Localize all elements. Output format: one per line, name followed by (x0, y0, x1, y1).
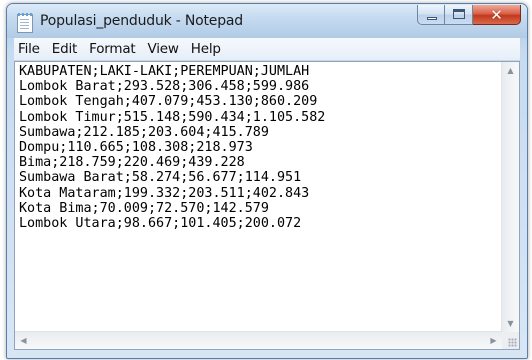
text-line: KABUPATEN;LAKI-LAKI;PEREMPUAN;JUMLAH (19, 64, 310, 79)
text-line: Sumbawa Barat;58.274;56.677;114.951 (19, 170, 302, 186)
resize-corner[interactable] (502, 332, 519, 349)
close-icon: ✕ (490, 6, 503, 24)
menu-bar: File Edit Format View Help (14, 38, 520, 61)
text-line: Lombok Utara;98.667;101.405;200.072 (19, 216, 302, 232)
scroll-right-icon[interactable]: ▶ (485, 332, 502, 349)
text-content[interactable]: KABUPATEN;LAKI-LAKI;PEREMPUAN;JUMLAH Lom… (15, 62, 502, 332)
text-line: Kota Bima;70.009;72.570;142.579 (19, 200, 269, 216)
text-line: Kota Mataram;199.332;203.511;402.843 (19, 185, 310, 201)
window-controls: ✕ (417, 5, 521, 27)
text-line: Lombok Tengah;407.079;453.130;860.209 (19, 94, 318, 110)
menu-file[interactable]: File (14, 39, 46, 59)
text-line: Lombok Barat;293.528;306.458;599.986 (19, 79, 310, 95)
minimize-icon (427, 17, 437, 20)
menu-view[interactable]: View (142, 39, 185, 59)
window-title: Populasi_penduduk - Notepad (40, 13, 243, 29)
text-line: Bima;218.759;220.469;439.228 (19, 155, 245, 171)
vertical-scrollbar[interactable]: ▲ ▼ (501, 62, 519, 332)
text-line: Dompu;110.665;108.308;218.973 (19, 140, 253, 156)
minimize-button[interactable] (417, 5, 445, 25)
text-editor[interactable]: KABUPATEN;LAKI-LAKI;PEREMPUAN;JUMLAH Lom… (14, 61, 520, 350)
text-line: Sumbawa;212.185;203.604;415.789 (19, 124, 269, 140)
maximize-button[interactable] (445, 5, 473, 25)
notepad-app-icon (17, 13, 33, 33)
scroll-left-icon[interactable]: ◀ (15, 332, 32, 349)
title-bar[interactable]: Populasi_penduduk - Notepad ✕ (7, 4, 527, 38)
menu-help[interactable]: Help (185, 39, 227, 59)
scroll-up-icon[interactable]: ▲ (502, 62, 519, 79)
horizontal-scrollbar[interactable]: ◀ ▶ (15, 331, 502, 349)
resize-grip-icon (508, 338, 517, 347)
close-button[interactable]: ✕ (473, 5, 521, 25)
notepad-window: Populasi_penduduk - Notepad ✕ File Edit … (6, 3, 528, 359)
text-line: Lombok Timur;515.148;590.434;1.105.582 (19, 109, 326, 125)
maximize-icon (453, 9, 465, 19)
menu-edit[interactable]: Edit (46, 39, 83, 59)
menu-format[interactable]: Format (83, 39, 141, 59)
scroll-down-icon[interactable]: ▼ (502, 315, 519, 332)
